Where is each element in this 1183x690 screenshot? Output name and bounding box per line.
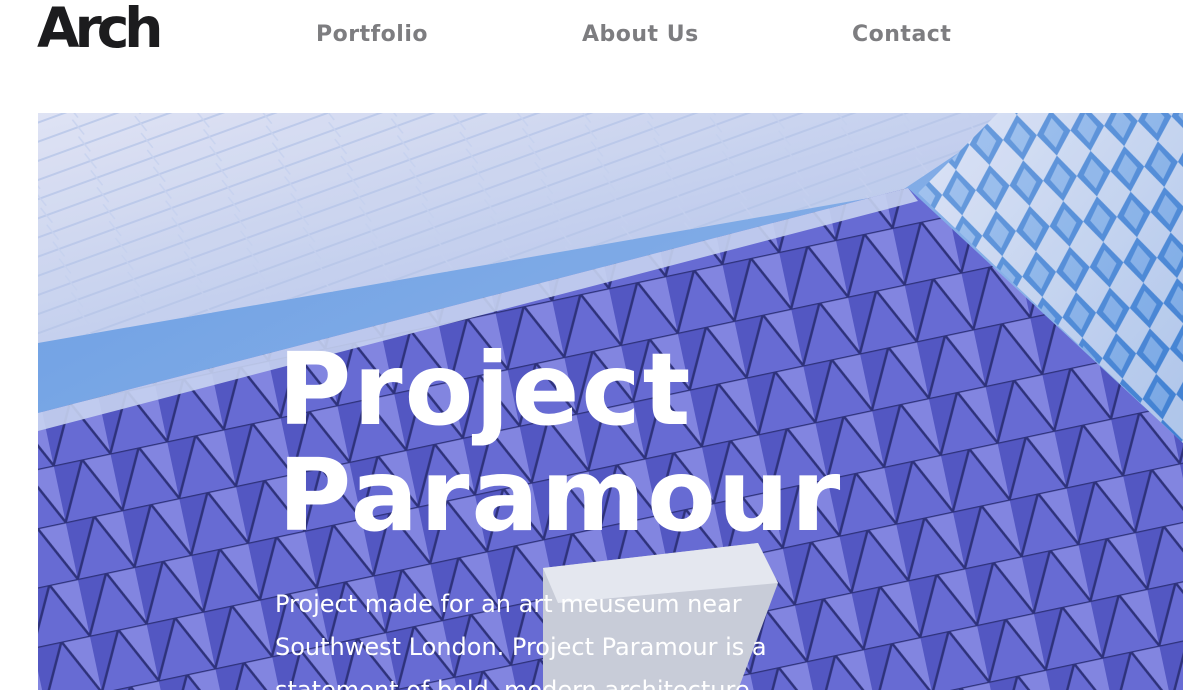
hero-description: Project made for an art meuseum near Sou… <box>275 590 767 690</box>
page: Arch Portfolio About Us Contact Project … <box>0 0 1183 690</box>
hero-title: Project Paramour <box>278 337 842 549</box>
logo[interactable]: Arch <box>37 0 163 58</box>
hero-title-line-1: Project <box>278 331 693 448</box>
nav-link-contact[interactable]: Contact <box>852 18 951 52</box>
nav-link-portfolio[interactable]: Portfolio <box>316 18 428 52</box>
nav-link-about-us[interactable]: About Us <box>582 18 699 52</box>
hero-section: Project Paramour Project made for an art… <box>38 113 1183 690</box>
hero-title-line-2: Paramour <box>278 437 843 554</box>
